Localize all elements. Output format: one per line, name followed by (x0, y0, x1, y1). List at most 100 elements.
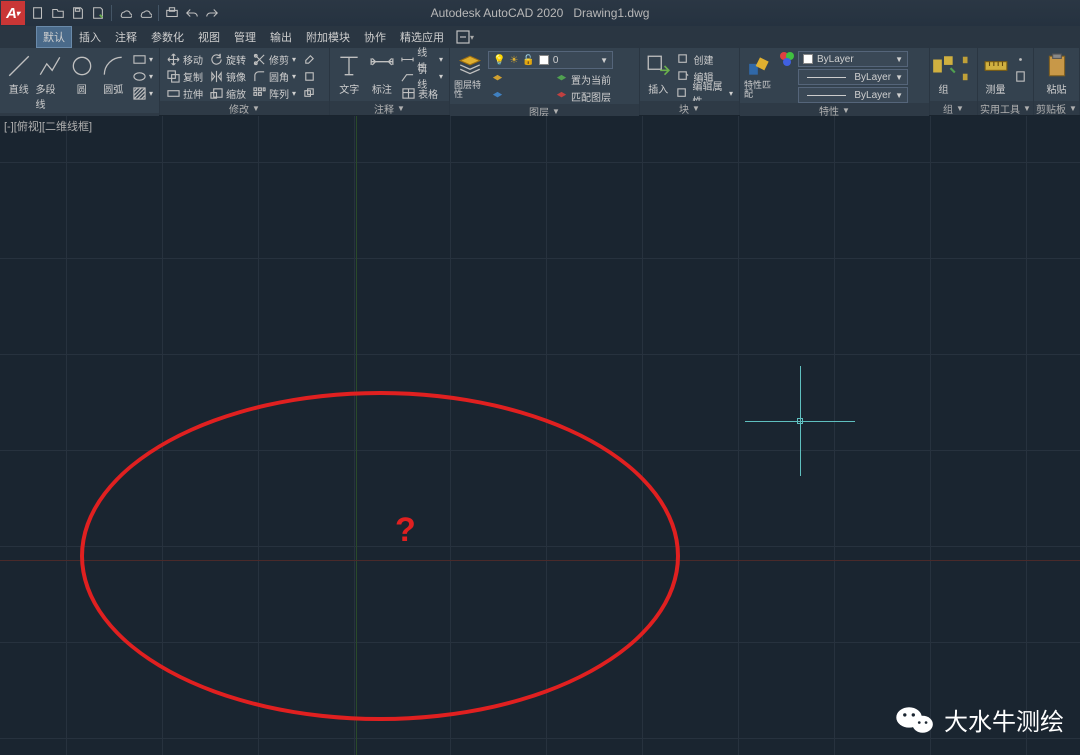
fillet-icon (252, 69, 266, 83)
linetype-dropdown[interactable]: ByLayer▼ (798, 69, 908, 85)
leader-icon (401, 69, 414, 83)
panel-properties-title[interactable]: 特性▼ (740, 103, 929, 117)
cloud-open-icon[interactable] (116, 4, 134, 22)
group-edit-button[interactable] (959, 51, 977, 67)
tab-output[interactable]: 输出 (263, 26, 299, 48)
table-button[interactable]: 表格 (399, 85, 445, 101)
drawing-area[interactable]: [-][俯视][二维线框] ? 大水牛测绘 (0, 116, 1080, 755)
titlebar: A ▾ Autodesk Auto (0, 0, 1080, 26)
panel-groups-title[interactable]: 组▼ (930, 101, 977, 115)
block-insert-icon (645, 53, 671, 79)
layer-iso-icon (490, 89, 504, 103)
polyline-button[interactable]: 多段线 (36, 51, 66, 113)
hatch-button[interactable]: ▾ (130, 85, 155, 101)
redo-icon[interactable] (203, 4, 221, 22)
panel-clipboard-title[interactable]: 剪贴板▼ (1034, 101, 1079, 115)
block-edit-icon (676, 69, 690, 83)
layer-properties-button[interactable]: 图层特性 (454, 51, 486, 101)
explode-button[interactable] (300, 68, 318, 84)
color-dropdown[interactable]: ByLayer▼ (798, 51, 908, 67)
panel-expand-icon[interactable]: ▾ (453, 28, 477, 46)
offset-button[interactable] (300, 85, 318, 101)
trim-button[interactable]: 修剪▾ (250, 51, 298, 67)
text-button[interactable]: 文字 (334, 51, 365, 98)
move-icon (166, 52, 180, 66)
util-point-button[interactable] (1011, 51, 1029, 67)
ellipse-icon (132, 69, 146, 83)
block-create-button[interactable]: 创建 (674, 51, 735, 67)
panel-modify-title[interactable]: 修改▼ (160, 101, 329, 115)
cloud-save-icon[interactable] (136, 4, 154, 22)
view-label[interactable]: [-][俯视][二维线框] (4, 118, 92, 134)
open-icon[interactable] (49, 4, 67, 22)
array-button[interactable]: 阵列▾ (250, 85, 298, 101)
tab-annotate[interactable]: 注释 (108, 26, 144, 48)
circle-icon (69, 53, 95, 79)
group-button[interactable]: 组 (931, 51, 957, 98)
panel-groups: 组 组▼ (930, 48, 978, 115)
line-sample-icon (807, 77, 846, 78)
new-icon[interactable] (29, 4, 47, 22)
match-layer-icon (554, 89, 568, 103)
rectangle-button[interactable]: ▾ (130, 51, 155, 67)
saveas-icon[interactable] (89, 4, 107, 22)
make-current-button[interactable]: 置为当前 (552, 71, 613, 87)
arc-icon (100, 53, 126, 79)
match-properties-button[interactable]: 特性匹配 (744, 51, 776, 101)
line-sample-icon (807, 95, 846, 96)
lock-icon: 🔓 (522, 55, 534, 66)
arc-button[interactable]: 圆弧 (99, 51, 129, 98)
move-button[interactable]: 移动 (164, 51, 205, 67)
tab-collaborate[interactable]: 协作 (357, 26, 393, 48)
block-attr-icon (676, 86, 689, 100)
layer-btn-2[interactable] (488, 88, 550, 104)
tab-view[interactable]: 视图 (191, 26, 227, 48)
app-name: Autodesk AutoCAD 2020 (431, 6, 564, 20)
offset-icon (302, 86, 316, 100)
calc-icon (1013, 69, 1027, 83)
save-icon[interactable] (69, 4, 87, 22)
fillet-button[interactable]: 圆角▾ (250, 68, 298, 84)
match-layer-button[interactable]: 匹配图层 (552, 88, 613, 104)
array-icon (252, 86, 266, 100)
panel-annotation-title[interactable]: 注释▼ (330, 101, 449, 115)
panel-block-title[interactable]: 块▼ (640, 101, 739, 115)
tab-addons[interactable]: 附加模块 (299, 26, 357, 48)
block-edit-attrs-button[interactable]: 编辑属性▾ (674, 85, 735, 101)
circle-button[interactable]: 圆 (67, 51, 97, 98)
util-calc-button[interactable] (1011, 68, 1029, 84)
linetype-icon[interactable] (778, 68, 796, 84)
panel-utilities-title[interactable]: 实用工具▼ (978, 101, 1033, 115)
copy-button[interactable]: 复制 (164, 68, 205, 84)
color-swatch-icon (803, 54, 813, 64)
layer-dropdown[interactable]: 💡 ☀ 🔓 0 ▼ (488, 51, 613, 69)
tab-parametric[interactable]: 参数化 (144, 26, 191, 48)
lineweight-dropdown[interactable]: ByLayer▼ (798, 87, 908, 103)
mirror-button[interactable]: 镜像 (207, 68, 248, 84)
scale-button[interactable]: 缩放 (207, 85, 248, 101)
app-logo[interactable]: A ▾ (1, 1, 25, 25)
line-button[interactable]: 直线 (4, 51, 34, 98)
erase-button[interactable] (300, 51, 318, 67)
dimension-icon (369, 53, 395, 79)
measure-icon (983, 53, 1009, 79)
ungroup-button[interactable] (959, 68, 977, 84)
panel-modify: 移动 复制 拉伸 旋转 镜像 缩放 修剪▾ 圆角▾ 阵列▾ 修改▼ (160, 48, 330, 115)
measure-button[interactable]: 测量 (982, 51, 1009, 98)
dimension-button[interactable]: 标注 (367, 51, 398, 98)
tab-manage[interactable]: 管理 (227, 26, 263, 48)
undo-icon[interactable] (183, 4, 201, 22)
tab-default[interactable]: 默认 (36, 26, 72, 48)
stretch-button[interactable]: 拉伸 (164, 85, 205, 101)
tab-insert[interactable]: 插入 (72, 26, 108, 48)
layer-btn-1[interactable] (488, 71, 550, 87)
rotate-button[interactable]: 旋转 (207, 51, 248, 67)
paste-button[interactable]: 粘贴 (1041, 51, 1073, 98)
plot-icon[interactable] (163, 4, 181, 22)
lineweight-icon[interactable] (778, 85, 796, 101)
ellipse-button[interactable]: ▾ (130, 68, 155, 84)
leader-button[interactable]: 引线▾ (399, 68, 445, 84)
wechat-icon (894, 703, 936, 737)
block-insert-button[interactable]: 插入 (644, 51, 672, 98)
bylayer-color-icon[interactable] (778, 51, 796, 67)
